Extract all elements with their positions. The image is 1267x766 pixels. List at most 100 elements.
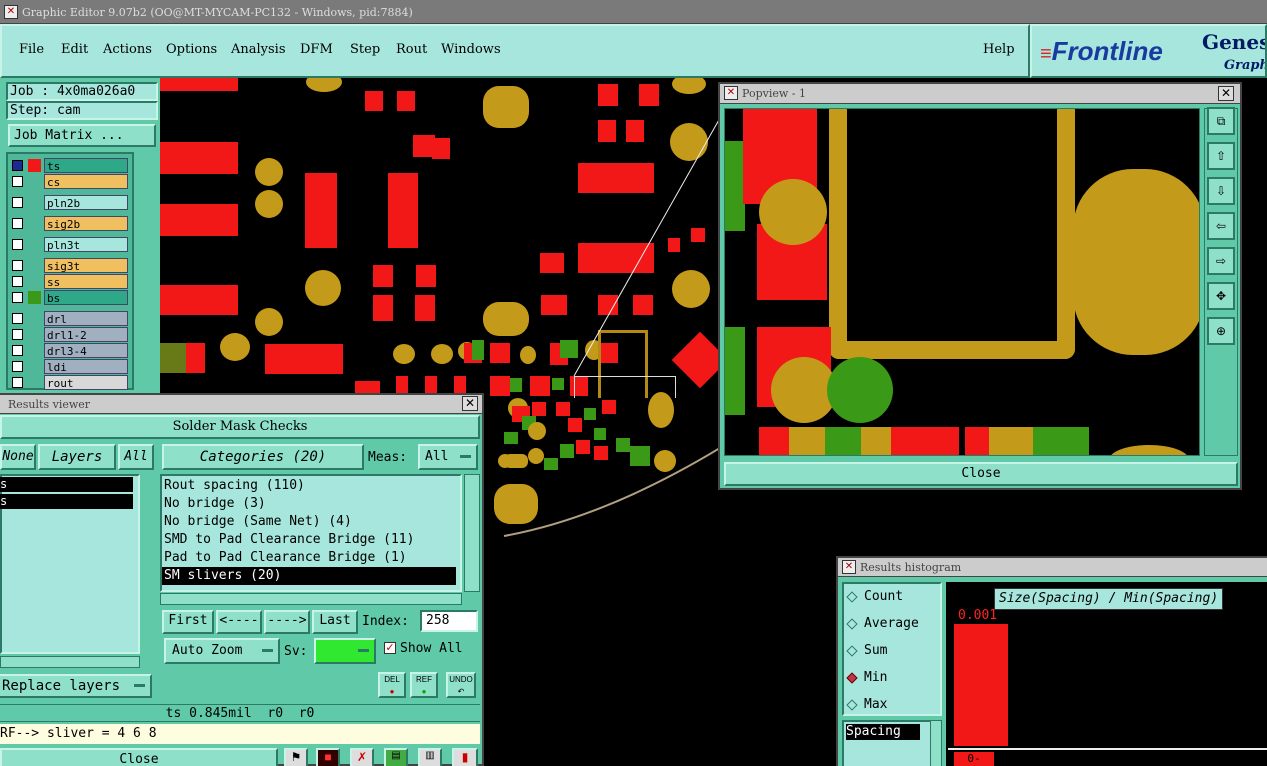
histogram-icon[interactable]: ▮ <box>452 748 478 766</box>
layer-name[interactable]: ldi <box>44 359 128 374</box>
replace-layers-dropdown[interactable]: Replace layers <box>0 674 152 698</box>
meas-dropdown[interactable]: All <box>418 444 478 470</box>
category-hscroll[interactable] <box>160 593 462 605</box>
layer-row-sig2b[interactable]: sig2b <box>8 216 130 232</box>
popview-close-button[interactable]: Close <box>724 462 1238 486</box>
layer-checkbox[interactable] <box>12 160 23 171</box>
category-item[interactable]: Rout spacing (110) <box>164 477 305 495</box>
layer-row-ts[interactable]: ts <box>8 158 130 174</box>
layer-row-ldi[interactable]: ldi <box>8 359 130 375</box>
pan-down-icon[interactable]: ⇩ <box>1207 177 1235 205</box>
layer-row-sig3t[interactable]: sig3t <box>8 258 130 274</box>
layer-name[interactable]: rout <box>44 375 128 390</box>
category-vscroll[interactable] <box>464 474 480 592</box>
category-item[interactable]: SMD to Pad Clearance Bridge (11) <box>164 531 414 549</box>
window-menu-icon[interactable]: ✕ <box>4 5 18 19</box>
index-input[interactable]: 258 <box>420 610 478 632</box>
all-button[interactable]: All <box>118 444 154 470</box>
layer-checkbox[interactable] <box>12 176 23 187</box>
layer-name[interactable]: ss <box>44 274 128 289</box>
layer-checkbox[interactable] <box>12 329 23 340</box>
layer-checkbox[interactable] <box>12 345 23 356</box>
graphic-canvas[interactable] <box>160 78 720 398</box>
first-button[interactable]: First <box>162 610 214 634</box>
pan-right-icon[interactable]: ⇨ <box>1207 247 1235 275</box>
next-button[interactable]: ----> <box>264 610 310 634</box>
none-button[interactable]: None <box>0 444 36 470</box>
layer-name[interactable]: bs <box>44 290 128 305</box>
layer-checkbox[interactable] <box>12 313 23 324</box>
layer-result-item[interactable]: s <box>0 477 133 492</box>
layer-name[interactable]: drl <box>44 311 128 326</box>
menu-options[interactable]: Options <box>166 42 217 57</box>
layer-row-cs[interactable]: cs <box>8 174 130 190</box>
popview-title-bar[interactable]: ✕ Popview - 1 ✕ <box>720 84 1240 104</box>
option-min[interactable]: Min <box>846 670 887 685</box>
layer-checkbox[interactable] <box>12 377 23 388</box>
close-icon[interactable]: ✕ <box>462 396 478 411</box>
spacing-item[interactable]: Spacing <box>846 724 920 740</box>
menu-rout[interactable]: Rout <box>396 42 427 57</box>
graphic-canvas-lower[interactable] <box>484 392 720 548</box>
category-item[interactable]: No bridge (Same Net) (4) <box>164 513 352 531</box>
zoom-out-icon[interactable]: ✥ <box>1207 282 1235 310</box>
menu-edit[interactable]: Edit <box>61 42 88 57</box>
menu-analysis[interactable]: Analysis <box>231 42 286 57</box>
menu-actions[interactable]: Actions <box>103 42 152 57</box>
job-matrix-button[interactable]: Job Matrix ... <box>8 124 156 147</box>
layer-list-hscroll[interactable] <box>0 656 140 668</box>
layer-checkbox[interactable] <box>12 239 23 250</box>
zoom-in-icon[interactable]: ⊕ <box>1207 317 1235 345</box>
menu-help[interactable]: Help <box>983 42 1015 57</box>
layer-checkbox[interactable] <box>12 218 23 229</box>
histogram-list-vscroll[interactable] <box>930 720 942 766</box>
tool-icon-5[interactable]: ▥ <box>418 748 442 766</box>
category-item[interactable]: Pad to Pad Clearance Bridge (1) <box>164 549 407 567</box>
window-title-bar[interactable]: ✕ Graphic Editor 9.07b2 (OO@MT-MYCAM-PC1… <box>0 0 1267 24</box>
prev-button[interactable]: <---- <box>216 610 262 634</box>
layer-row-drl1-2[interactable]: drl1-2 <box>8 327 130 343</box>
layer-checkbox[interactable] <box>12 276 23 287</box>
layer-row-drl[interactable]: drl <box>8 311 130 327</box>
tool-icon-1[interactable]: ⚑ <box>284 748 308 766</box>
layer-row-drl3-4[interactable]: drl3-4 <box>8 343 130 359</box>
layer-row-pln2b[interactable]: pln2b <box>8 195 130 211</box>
sv-color-dropdown[interactable] <box>314 638 376 664</box>
category-item-selected[interactable]: SM slivers (20) <box>162 567 456 585</box>
option-sum[interactable]: Sum <box>846 643 887 658</box>
layer-checkbox[interactable] <box>12 260 23 271</box>
tool-icon-2[interactable]: ■ <box>316 748 340 766</box>
popout-icon[interactable]: ⧉ <box>1207 107 1235 135</box>
window-menu-icon[interactable]: ✕ <box>724 86 738 100</box>
layer-name[interactable]: pln2b <box>44 195 128 210</box>
layer-row-pln3t[interactable]: pln3t <box>8 237 130 253</box>
show-all-checkbox[interactable]: ✓ <box>384 642 396 654</box>
categories-button[interactable]: Categories (20) <box>162 444 364 470</box>
del-icon[interactable]: DEL ● <box>378 672 406 698</box>
layer-row-bs[interactable]: bs <box>8 290 130 306</box>
layer-name[interactable]: drl1-2 <box>44 327 128 342</box>
results-viewer-title-bar[interactable]: Results viewer ✕ <box>0 395 482 414</box>
tool-icon-4[interactable]: ▤ <box>384 748 408 766</box>
auto-zoom-dropdown[interactable]: Auto Zoom <box>164 638 280 664</box>
histogram-bar[interactable] <box>954 624 1008 746</box>
layer-result-item[interactable]: s <box>0 494 133 509</box>
layer-row-ss[interactable]: ss <box>8 274 130 290</box>
popview-canvas[interactable] <box>724 108 1200 456</box>
category-item[interactable]: No bridge (3) <box>164 495 266 513</box>
layer-name[interactable]: drl3-4 <box>44 343 128 358</box>
menu-step[interactable]: Step <box>350 42 380 57</box>
undo-icon[interactable]: UNDO ↶ <box>446 672 476 698</box>
option-max[interactable]: Max <box>846 697 887 712</box>
menu-dfm[interactable]: DFM <box>300 42 333 57</box>
layer-name[interactable]: pln3t <box>44 237 128 252</box>
layers-button[interactable]: Layers <box>38 444 116 470</box>
menu-windows[interactable]: Windows <box>441 42 501 57</box>
option-count[interactable]: Count <box>846 589 903 604</box>
layer-name[interactable]: cs <box>44 174 128 189</box>
layer-name[interactable]: sig3t <box>44 258 128 273</box>
pan-left-icon[interactable]: ⇦ <box>1207 212 1235 240</box>
layer-name[interactable]: sig2b <box>44 216 128 231</box>
histogram-title-bar[interactable]: ✕ Results histogram <box>838 558 1267 577</box>
layer-checkbox[interactable] <box>12 292 23 303</box>
